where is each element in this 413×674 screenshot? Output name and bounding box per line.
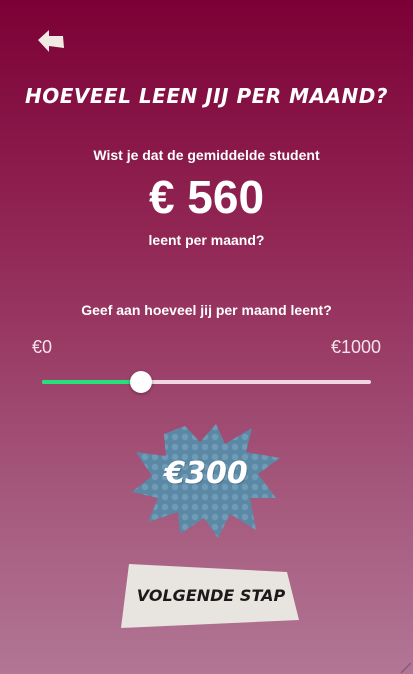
back-arrow-icon xyxy=(38,30,64,52)
average-amount: € 560 xyxy=(148,171,265,223)
page-title: HOEVEEL LEEN JIJ PER MAAND? xyxy=(25,84,388,108)
slider-min-label: €0 xyxy=(32,337,53,357)
average-intro-text: Wist je dat de gemiddelde student xyxy=(93,147,320,163)
next-step-button[interactable]: VOLGENDE STAP xyxy=(121,562,301,630)
selected-amount-value: €300 xyxy=(164,456,248,491)
slider-max-label: €1000 xyxy=(330,337,381,357)
resize-corner-icon xyxy=(399,660,412,674)
average-outro-text: leent per maand? xyxy=(148,232,265,248)
next-step-label: VOLGENDE STAP xyxy=(136,586,286,605)
slider-fill xyxy=(42,380,141,384)
slider-question: Geef aan hoeveel jij per maand leent? xyxy=(81,302,332,318)
selected-amount-badge: €300 xyxy=(130,422,282,540)
back-button[interactable] xyxy=(36,28,66,54)
slider-thumb[interactable] xyxy=(130,371,152,393)
amount-slider[interactable] xyxy=(42,370,371,394)
